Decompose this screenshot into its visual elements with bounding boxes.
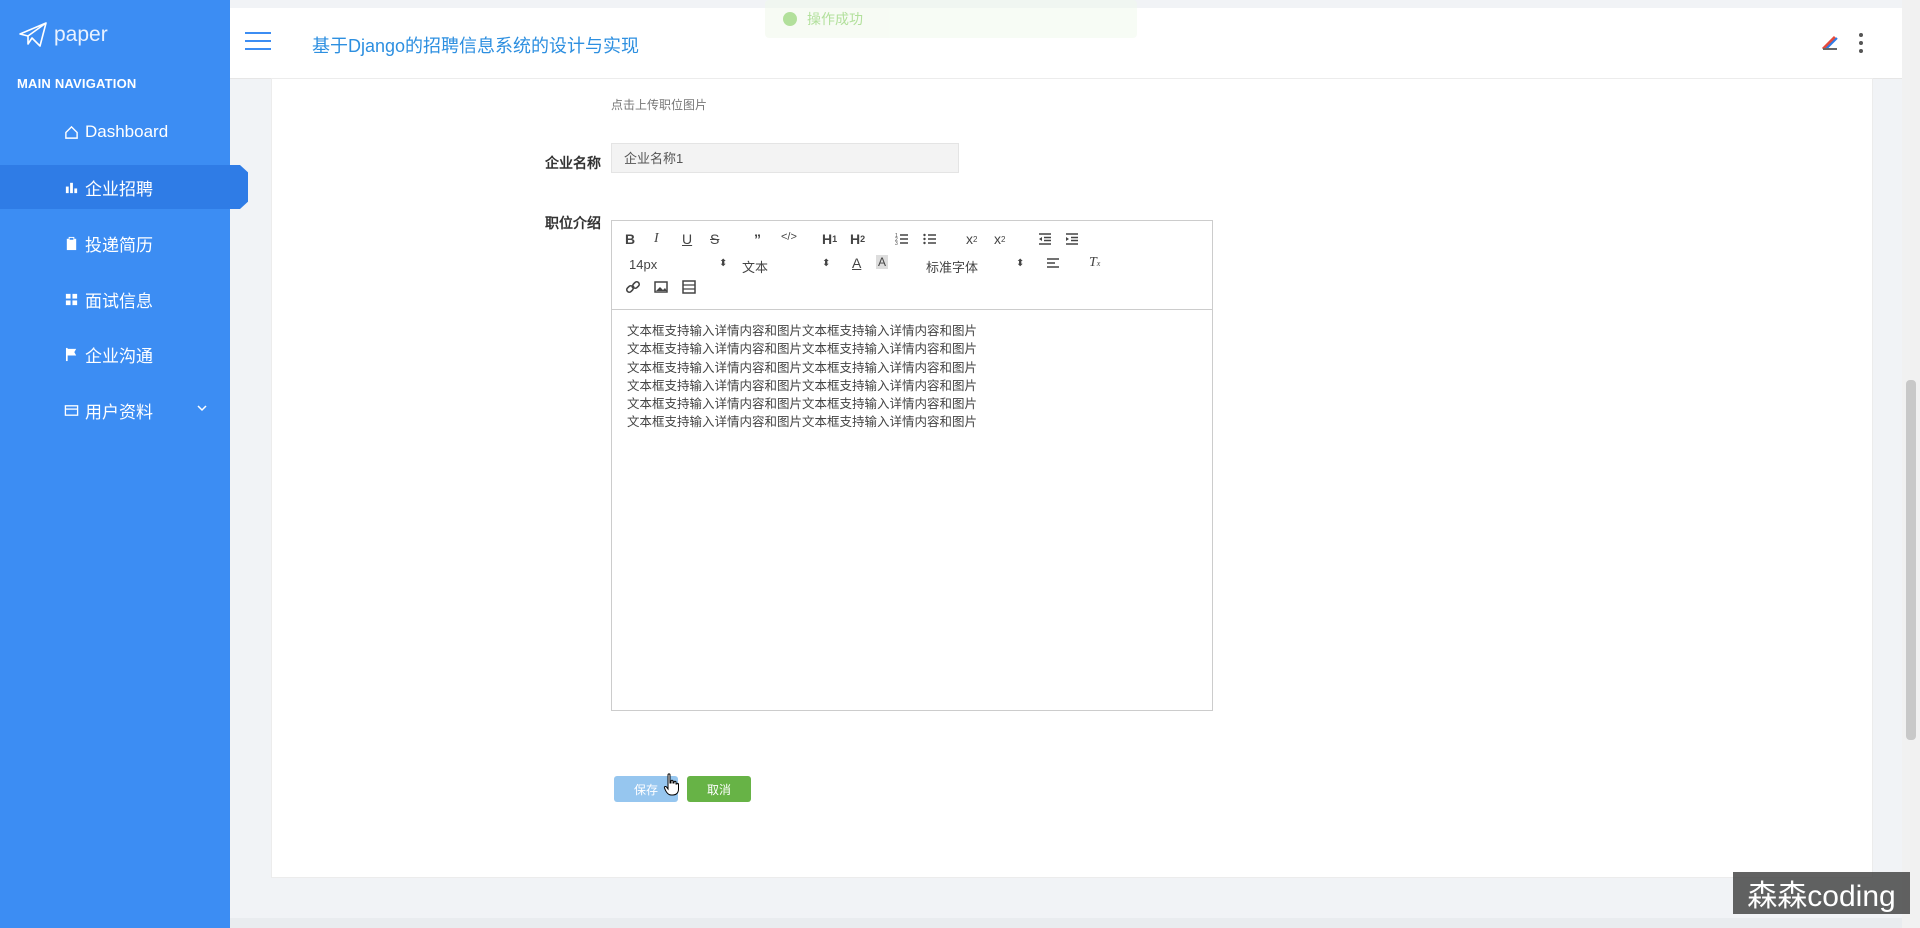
font-size-select[interactable]: 14px ⬍ (629, 257, 727, 272)
editor-line: 文本框支持输入详情内容和图片文本框支持输入详情内容和图片 (627, 324, 978, 338)
editor-toolbar: B I U S ” </> H1 H2 123 x2 x2 14px ⬍ 文本 ⬍ … (612, 221, 1212, 310)
editor-line: 文本框支持输入详情内容和图片文本框支持输入详情内容和图片 (627, 378, 978, 393)
sidebar-item-label: 企业沟通 (85, 346, 153, 366)
position-intro-label: 职位介绍 (545, 215, 601, 231)
bullet-list-icon[interactable] (922, 231, 938, 247)
home-icon (63, 124, 79, 140)
theme-icon[interactable] (1821, 33, 1839, 51)
editor-line: 文本框支持输入详情内容和图片文本框支持输入详情内容和图片 (627, 415, 978, 430)
font-color-icon[interactable]: A (852, 255, 861, 271)
menu-toggle-icon[interactable] (245, 32, 271, 52)
company-name-input[interactable]: 企业名称1 (611, 143, 959, 173)
sidebar-item-label: 面试信息 (85, 291, 153, 311)
footer-strip (230, 918, 1902, 928)
video-icon[interactable] (681, 279, 697, 295)
logo[interactable]: paper (18, 20, 108, 50)
more-options-icon[interactable] (1858, 33, 1864, 53)
paper-plane-icon (19, 22, 47, 47)
ordered-list-icon[interactable]: 123 (894, 231, 910, 247)
toast-message: 操作成功 (807, 11, 863, 27)
link-icon[interactable] (625, 279, 641, 295)
sidebar-item-label: 用户资料 (85, 402, 153, 422)
rich-text-editor: B I U S ” </> H1 H2 123 x2 x2 14px ⬍ 文本 ⬍ … (611, 220, 1213, 711)
editor-line: 文本框支持输入详情内容和图片文本框支持输入详情内容和图片 (627, 360, 978, 375)
sidebar-item-recruitment[interactable]: 企业招聘 (0, 165, 248, 209)
indent-icon[interactable] (1064, 231, 1080, 247)
background-color-icon[interactable]: A (876, 255, 889, 269)
sidebar-item-dashboard[interactable]: Dashboard (0, 110, 230, 154)
italic-icon[interactable]: I (654, 231, 659, 247)
page-scrollbar[interactable] (1902, 0, 1920, 928)
nav-title: MAIN NAVIGATION (17, 76, 137, 91)
upload-hint[interactable]: 点击上传职位图片 (611, 96, 707, 113)
watermark: 森森coding (1733, 872, 1910, 914)
grid-icon (63, 291, 79, 307)
header-select[interactable]: 文本 ⬍ (742, 257, 831, 276)
sidebar-item-label: Dashboard (85, 122, 169, 141)
sidebar-item-resume[interactable]: 投递简历 (0, 221, 230, 265)
sidebar-item-profile[interactable]: 用户资料 (0, 388, 230, 432)
header-select-value: 文本 (742, 260, 769, 275)
bold-icon[interactable]: B (625, 231, 635, 247)
sidebar-item-label: 企业招聘 (85, 179, 153, 199)
strike-icon[interactable]: S (710, 231, 719, 247)
page-title: 基于Django的招聘信息系统的设计与实现 (312, 36, 640, 56)
card-icon (63, 402, 79, 418)
code-icon[interactable]: </> (781, 231, 797, 243)
check-icon (783, 12, 797, 26)
success-toast: 操作成功 (765, 0, 1137, 38)
bar-chart-icon (63, 179, 79, 195)
cancel-button[interactable]: 取消 (687, 776, 751, 802)
image-icon[interactable] (653, 279, 669, 295)
outdent-icon[interactable] (1037, 231, 1053, 247)
sidebar-item-communication[interactable]: 企业沟通 (0, 332, 230, 376)
h1-icon[interactable]: H1 (822, 231, 837, 247)
font-family-select[interactable]: 标准字体 ⬍ (926, 257, 1025, 276)
sidebar-item-label: 投递简历 (85, 235, 153, 255)
select-arrow-icon: ⬍ (822, 258, 831, 269)
editor-line: 文本框支持输入详情内容和图片文本框支持输入详情内容和图片 (627, 342, 978, 357)
align-icon[interactable] (1045, 255, 1061, 271)
sidebar: paper MAIN NAVIGATION Dashboard 企业招聘 投递简… (0, 0, 248, 928)
clear-format-icon[interactable]: Tx (1089, 255, 1100, 271)
select-arrow-icon: ⬍ (1016, 258, 1025, 269)
blockquote-icon[interactable]: ” (754, 231, 761, 247)
chevron-down-icon (197, 405, 207, 412)
underline-icon[interactable]: U (682, 231, 692, 247)
svg-text:3: 3 (895, 241, 898, 247)
editor-content[interactable]: 文本框支持输入详情内容和图片文本框支持输入详情内容和图片 文本框支持输入详情内容… (627, 322, 977, 432)
logo-text: paper (54, 23, 108, 46)
flag-icon (63, 346, 79, 362)
company-name-label: 企业名称 (545, 155, 601, 171)
superscript-icon[interactable]: x2 (994, 231, 1005, 247)
clipboard-icon (63, 235, 79, 251)
sidebar-item-interview[interactable]: 面试信息 (0, 277, 230, 321)
select-arrow-icon: ⬍ (719, 258, 728, 269)
font-size-value: 14px (629, 257, 658, 272)
scrollbar-thumb[interactable] (1906, 380, 1916, 740)
subscript-icon[interactable]: x2 (966, 231, 977, 247)
hand-cursor-icon (663, 773, 679, 796)
editor-line: 文本框支持输入详情内容和图片文本框支持输入详情内容和图片 (627, 397, 978, 412)
font-family-value: 标准字体 (926, 260, 979, 275)
h2-icon[interactable]: H2 (850, 231, 865, 247)
